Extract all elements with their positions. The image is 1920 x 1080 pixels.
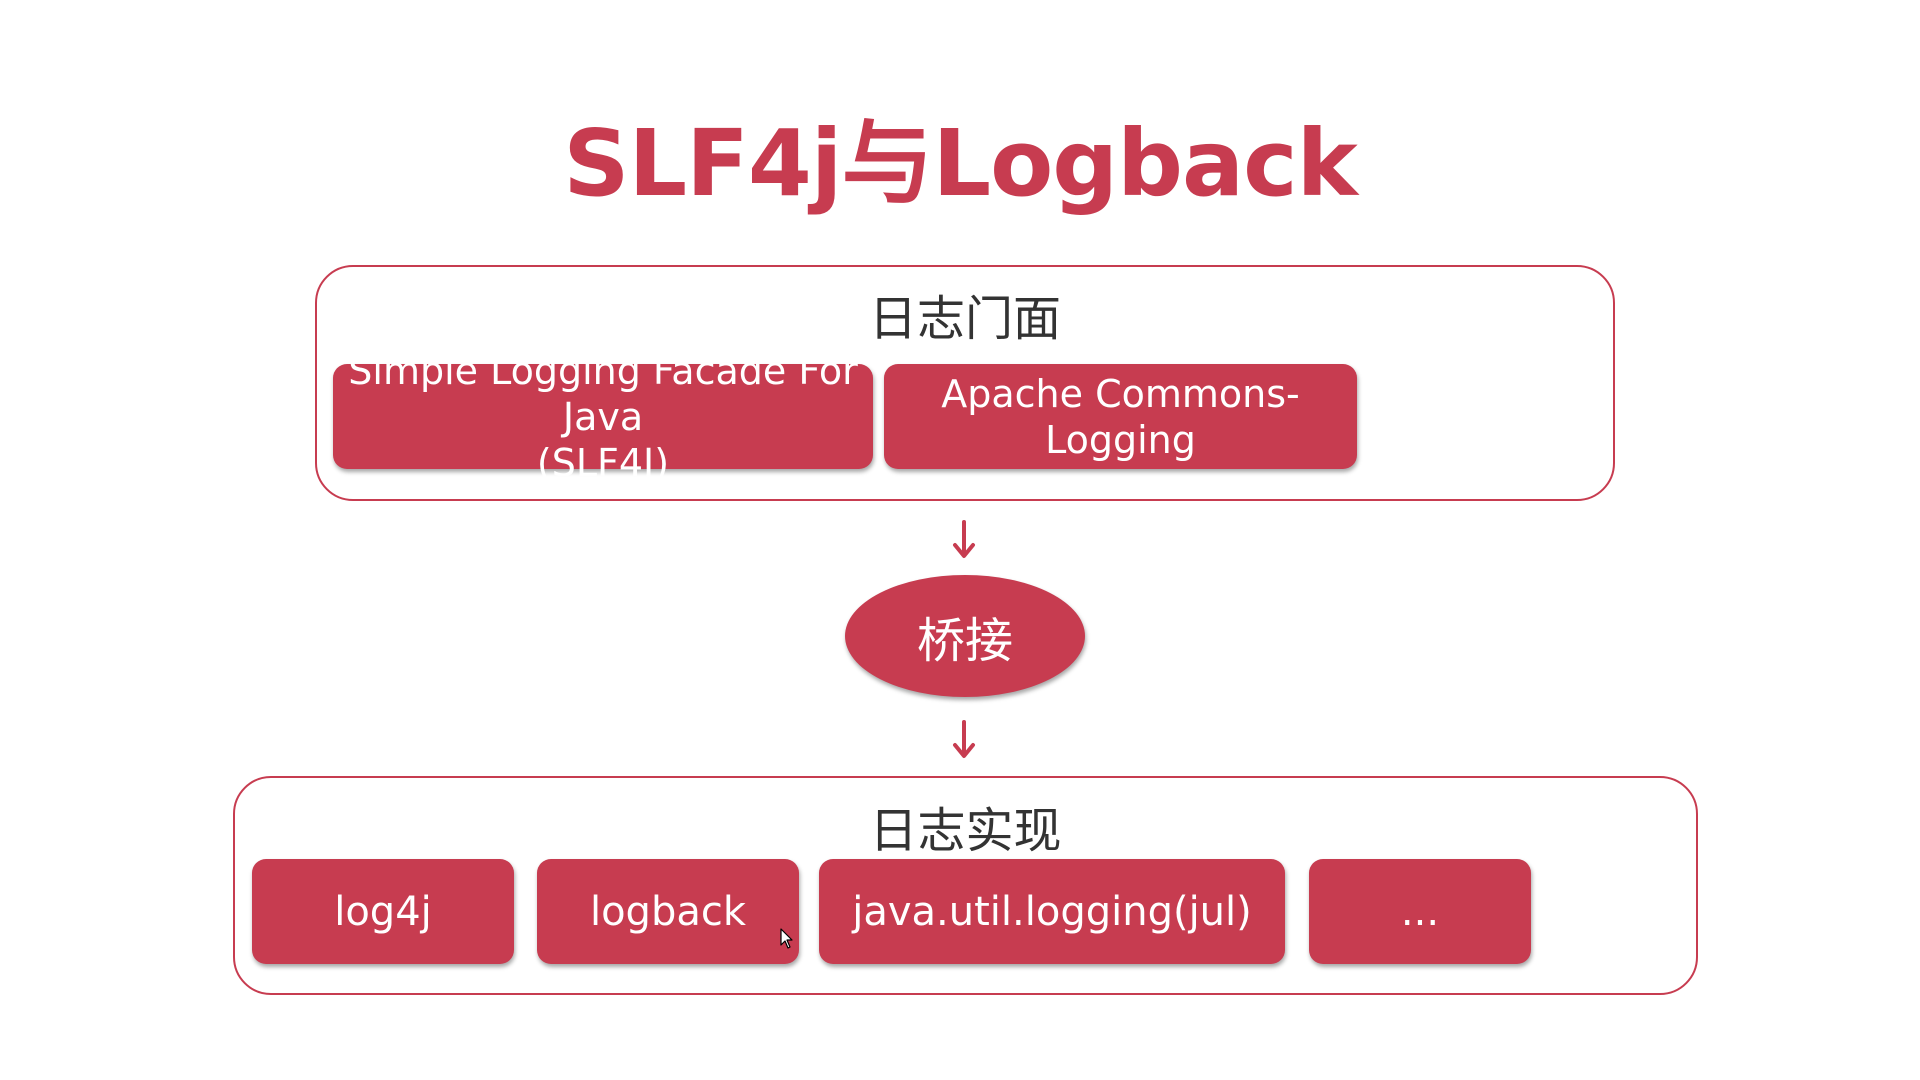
bridge-label: 桥接	[916, 613, 1013, 669]
facade-panel-title: 日志门面	[868, 291, 1061, 347]
logback-box: logback	[537, 859, 799, 964]
commons-logging-box: Apache Commons-Logging	[884, 364, 1357, 469]
arrow-down-icon	[952, 720, 976, 760]
more-box: ...	[1309, 859, 1531, 964]
commons-logging-box-label: Apache Commons-Logging	[941, 371, 1300, 462]
facade-panel: 日志门面 Simple Logging Facade For Java (SLF…	[315, 265, 1615, 501]
jul-box: java.util.logging(jul)	[819, 859, 1285, 964]
jul-box-label: java.util.logging(jul)	[852, 888, 1252, 935]
implementation-panel-title: 日志实现	[869, 803, 1062, 859]
mouse-cursor-icon	[780, 928, 794, 954]
more-box-label: ...	[1400, 888, 1440, 935]
log4j-box: log4j	[252, 859, 514, 964]
logback-box-label: logback	[589, 888, 747, 935]
arrow-down-icon	[952, 520, 976, 560]
log4j-box-label: log4j	[334, 888, 432, 935]
slf4j-box-line1: Simple Logging Facade For Java	[348, 348, 858, 439]
implementation-panel: 日志实现 log4j logback java.util.logging(jul…	[233, 776, 1698, 995]
page-title: SLF4j与Logback	[563, 110, 1358, 217]
slf4j-box-line2: (SLF4J)	[536, 440, 670, 485]
bridge-node: 桥接	[845, 575, 1085, 697]
slf4j-box: Simple Logging Facade For Java (SLF4J)	[333, 349, 873, 485]
